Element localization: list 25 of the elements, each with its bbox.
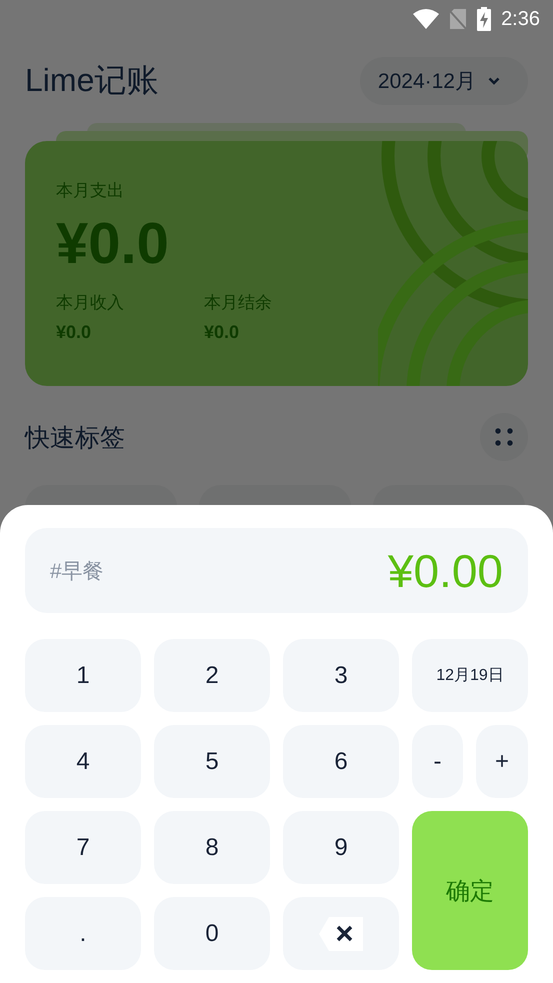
grid-dots-button[interactable] — [480, 413, 528, 461]
key-button[interactable]: 6 — [283, 725, 399, 798]
clock-time: 2:36 — [501, 8, 540, 30]
wifi-icon — [413, 9, 440, 29]
operator-button[interactable]: + — [476, 725, 528, 798]
section-title: 快速标签 — [25, 422, 125, 454]
key-button[interactable]: 3 — [283, 639, 399, 712]
key-button[interactable]: . — [25, 897, 141, 970]
key-button[interactable]: 1 — [25, 639, 141, 712]
key-button[interactable]: 9 — [283, 811, 399, 884]
battery-charging-icon — [477, 7, 492, 31]
app-title: Lime记账 — [25, 61, 158, 100]
backspace-icon — [319, 916, 363, 950]
date-button[interactable]: 12月19日 — [412, 639, 528, 712]
dots-icon — [495, 428, 513, 446]
key-button[interactable]: 5 — [154, 725, 270, 798]
month-picker[interactable]: 2024·12月 — [360, 57, 528, 105]
chevron-down-icon — [488, 77, 500, 85]
key-button[interactable]: 0 — [154, 897, 270, 970]
key-button[interactable]: 4 — [25, 725, 141, 798]
key-button[interactable]: 7 — [25, 811, 141, 884]
key-button[interactable]: 8 — [154, 811, 270, 884]
no-sim-icon — [449, 8, 468, 30]
key-button[interactable]: 2 — [154, 639, 270, 712]
operator-button[interactable]: - — [412, 725, 463, 798]
